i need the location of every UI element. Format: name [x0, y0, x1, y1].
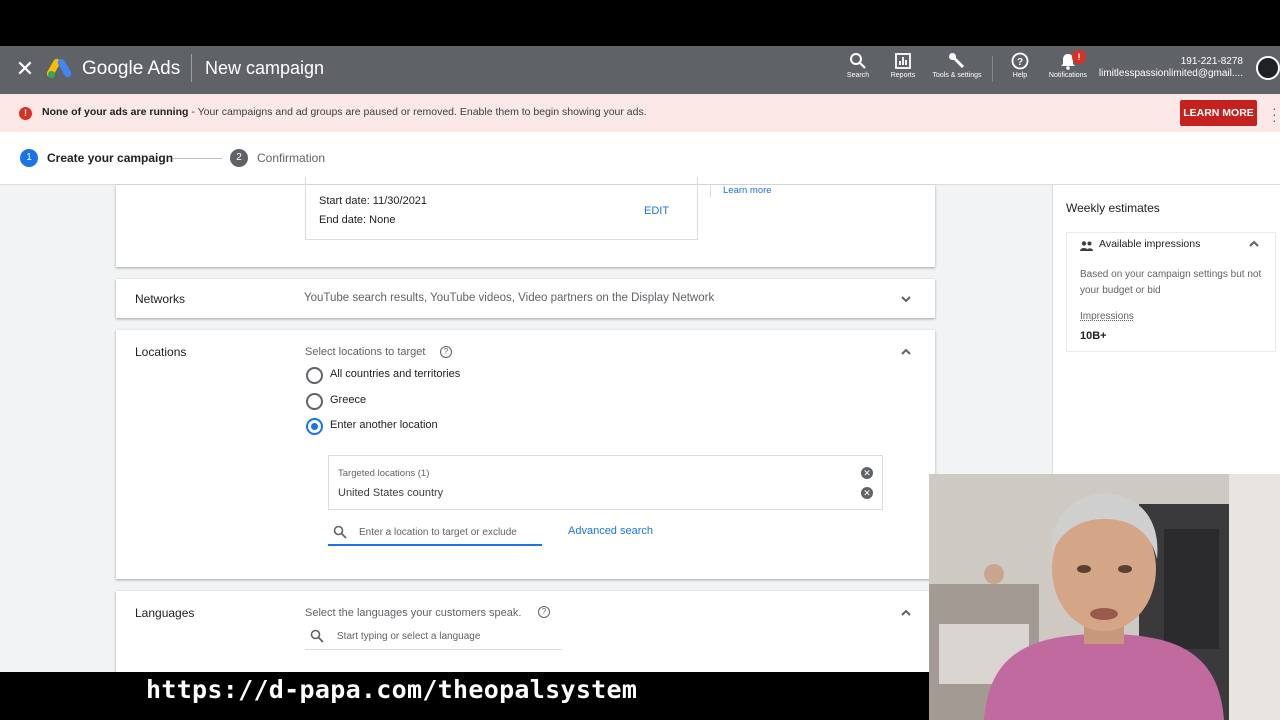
targeted-locations-header: Targeted locations (1) — [338, 468, 430, 479]
account-info[interactable]: 191-221-8278 limitlesspassionlimited@gma… — [1099, 56, 1243, 80]
wrench-icon — [949, 53, 965, 69]
locations-card: Locations Select locations to target ? A… — [116, 330, 935, 579]
help-label: Help — [1012, 72, 1028, 79]
step-1-label[interactable]: Create your campaign — [47, 151, 173, 165]
notifications-button[interactable]: ! Notifications — [1043, 50, 1093, 92]
banner-message: None of your ads are running - Your camp… — [42, 106, 647, 118]
step-1-number: 1 — [20, 149, 38, 167]
targeted-location-item: United States country — [338, 487, 444, 499]
close-icon[interactable]: ✕ — [14, 58, 36, 80]
reports-label: Reports — [890, 72, 916, 79]
location-search-input[interactable]: Enter a location to target or exclude — [328, 520, 542, 546]
targeted-locations-box: Targeted locations (1) ✕ United States c… — [328, 455, 883, 510]
radio-greece[interactable] — [306, 393, 323, 410]
networks-label: Networks — [135, 292, 186, 306]
language-search-input[interactable]: Start typing or select a language — [305, 623, 562, 650]
language-search-placeholder: Start typing or select a language — [337, 631, 481, 642]
account-id: 191-221-8278 — [1180, 56, 1243, 67]
account-email: limitlesspassionlimited@gmail.... — [1098, 68, 1243, 79]
radio-all-countries[interactable] — [306, 367, 323, 384]
locations-prompt: Select locations to target — [305, 346, 426, 358]
search-icon — [850, 53, 866, 69]
notification-badge: ! — [1072, 50, 1086, 64]
chevron-down-icon[interactable] — [899, 292, 913, 306]
dates-card: Start date: 11/30/2021 End date: None ED… — [116, 177, 935, 267]
step-2-number: 2 — [230, 149, 248, 167]
radio-enter-another-location-label[interactable]: Enter another location — [330, 419, 438, 431]
learn-more-link[interactable]: Learn more — [723, 185, 772, 196]
page-title: New campaign — [205, 58, 325, 78]
remove-location-icon[interactable]: ✕ — [861, 487, 873, 499]
languages-card: Languages Select the languages your cust… — [116, 591, 935, 672]
networks-summary: YouTube search results, YouTube videos, … — [304, 292, 715, 304]
estimates-description: Based on your campaign settings but not … — [1080, 269, 1262, 296]
help-circle-icon[interactable]: ? — [538, 606, 550, 618]
help-icon: ? — [1011, 52, 1029, 70]
reports-icon — [895, 53, 911, 69]
error-icon: ! — [19, 107, 32, 120]
estimates-title: Weekly estimates — [1066, 201, 1160, 215]
brand-name: Google Ads — [82, 58, 181, 79]
radio-greece-label[interactable]: Greece — [330, 394, 366, 406]
chevron-up-icon[interactable] — [899, 345, 913, 359]
step-2-label[interactable]: Confirmation — [257, 151, 325, 165]
header-divider — [191, 54, 192, 82]
search-icon — [333, 525, 347, 539]
tools-settings-label: Tools & settings — [932, 72, 982, 79]
presenter-video-frame — [929, 474, 1280, 720]
impressions-label[interactable]: Impressions — [1080, 311, 1134, 322]
notifications-label: Notifications — [1048, 72, 1088, 79]
header-section-divider — [992, 56, 993, 82]
more-vert-icon[interactable]: · · · — [1272, 101, 1278, 127]
people-icon — [1080, 241, 1093, 251]
end-date: End date: None — [319, 214, 396, 226]
clear-all-icon[interactable]: ✕ — [861, 467, 873, 479]
tools-settings-button[interactable]: Tools & settings — [932, 52, 982, 92]
banner-detail-text: - Your campaigns and ad groups are pause… — [188, 106, 647, 118]
radio-enter-another-location[interactable] — [306, 418, 323, 435]
chevron-up-icon[interactable] — [1247, 237, 1261, 251]
url-caption-bar: https://d-papa.com/theopalsystem — [0, 672, 929, 720]
search-label: Search — [846, 72, 870, 79]
languages-prompt: Select the languages your customers spea… — [305, 607, 522, 619]
advanced-search-link[interactable]: Advanced search — [568, 525, 653, 537]
languages-label: Languages — [135, 606, 195, 620]
google-ads-logo-icon — [47, 58, 72, 78]
learn-more-button[interactable]: LEARN MORE — [1180, 100, 1257, 126]
help-button[interactable]: ? Help — [995, 52, 1045, 92]
location-search-placeholder: Enter a location to target or exclude — [359, 527, 517, 538]
banner-bold-text: None of your ads are running — [42, 106, 189, 118]
edit-dates-button[interactable]: EDIT — [644, 205, 669, 217]
learn-more-divider — [710, 185, 711, 197]
top-app-bar: ✕ Google Ads New campaign Search Reports… — [0, 46, 1280, 94]
available-impressions-box: Available impressions Based on your camp… — [1066, 232, 1276, 352]
avatar[interactable] — [1256, 56, 1280, 80]
dates-summary-box: Start date: 11/30/2021 End date: None ED… — [305, 177, 698, 240]
svg-text:?: ? — [1017, 57, 1023, 68]
step-connector — [172, 158, 222, 159]
chevron-up-icon[interactable] — [899, 606, 913, 620]
reports-button[interactable]: Reports — [878, 52, 928, 92]
available-impressions-title: Available impressions — [1099, 238, 1201, 250]
locations-label: Locations — [135, 345, 187, 359]
help-circle-icon[interactable]: ? — [440, 346, 452, 358]
video-top-bar — [0, 0, 1280, 46]
search-button[interactable]: Search — [833, 52, 883, 92]
networks-card[interactable]: Networks YouTube search results, YouTube… — [116, 279, 935, 318]
radio-all-countries-label[interactable]: All countries and territories — [330, 368, 460, 380]
search-icon — [310, 629, 324, 643]
alert-banner: ! None of your ads are running - Your ca… — [0, 94, 1280, 132]
impressions-value: 10B+ — [1080, 330, 1107, 342]
webcam-video-overlay — [929, 474, 1280, 720]
start-date: Start date: 11/30/2021 — [319, 195, 428, 207]
url-caption: https://d-papa.com/theopalsystem — [146, 675, 638, 704]
